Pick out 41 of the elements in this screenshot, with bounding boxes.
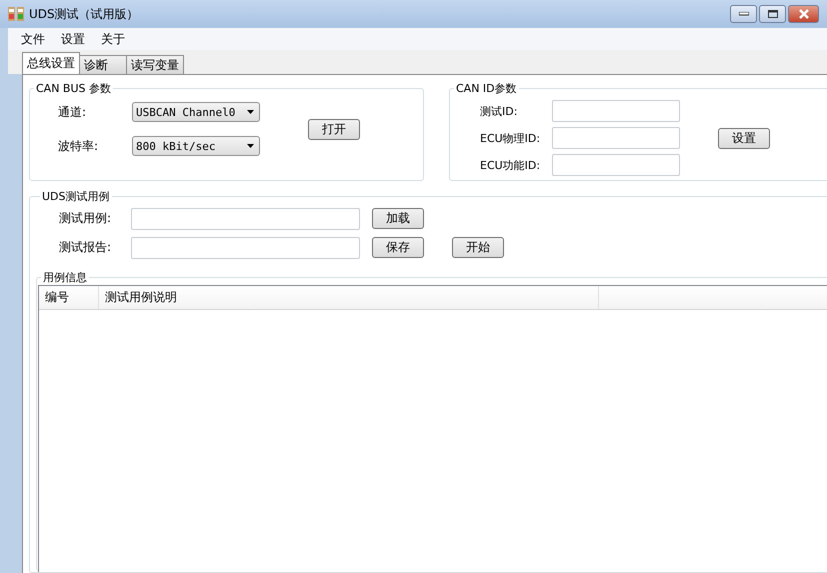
window-title: UDS测试（试用版） bbox=[29, 6, 139, 22]
open-button[interactable]: 打开 bbox=[308, 118, 360, 140]
start-button[interactable]: 开始 bbox=[452, 237, 504, 258]
load-button[interactable]: 加载 bbox=[372, 208, 424, 229]
field-label: 波特率: bbox=[58, 138, 100, 154]
input-field[interactable] bbox=[131, 236, 360, 258]
minimize-button[interactable] bbox=[730, 5, 757, 23]
close-button[interactable] bbox=[788, 5, 819, 23]
baud-rate-dropdown[interactable]: 800 kBit/sec bbox=[132, 136, 260, 156]
tab[interactable]: 诊断 bbox=[79, 55, 127, 74]
column-header[interactable]: 测试用例说明 bbox=[99, 286, 599, 309]
app-icon bbox=[8, 7, 24, 21]
field-label: 通道: bbox=[58, 104, 88, 120]
input-field[interactable] bbox=[552, 154, 680, 176]
field-label: 测试用例: bbox=[59, 210, 112, 227]
maximize-button[interactable] bbox=[759, 5, 786, 23]
field-label: 测试报告: bbox=[59, 239, 112, 256]
tab[interactable]: 总线设置 bbox=[22, 52, 80, 74]
tab[interactable]: 读写变量 bbox=[126, 55, 184, 74]
column-header[interactable]: 编号 bbox=[39, 286, 99, 309]
field-label: ECU物理ID: bbox=[480, 130, 542, 146]
maximize-icon bbox=[768, 10, 778, 18]
input-field[interactable] bbox=[552, 127, 680, 149]
group-title: CAN BUS 参数 bbox=[35, 81, 112, 96]
menu-item[interactable]: 设置 bbox=[54, 30, 92, 48]
dropdown-arrow-icon bbox=[247, 110, 254, 114]
set-button[interactable]: 设置 bbox=[718, 128, 770, 148]
field-label: 测试ID: bbox=[480, 104, 518, 118]
save-button[interactable]: 保存 bbox=[372, 237, 424, 258]
menu-item[interactable]: 关于 bbox=[94, 30, 132, 48]
group-title: 用例信息 bbox=[42, 270, 88, 285]
minimize-icon bbox=[738, 12, 748, 16]
dropdown-arrow-icon bbox=[247, 144, 254, 148]
group-title: UDS测试用例 bbox=[41, 189, 111, 204]
input-field[interactable] bbox=[552, 100, 680, 122]
field-label: ECU功能ID: bbox=[480, 158, 542, 172]
menu-item[interactable]: 文件 bbox=[14, 30, 52, 48]
group-title: CAN ID参数 bbox=[455, 81, 518, 96]
channel-dropdown[interactable]: USBCAN Channel0 bbox=[132, 102, 260, 122]
close-icon bbox=[798, 9, 810, 19]
input-field[interactable] bbox=[131, 208, 360, 230]
